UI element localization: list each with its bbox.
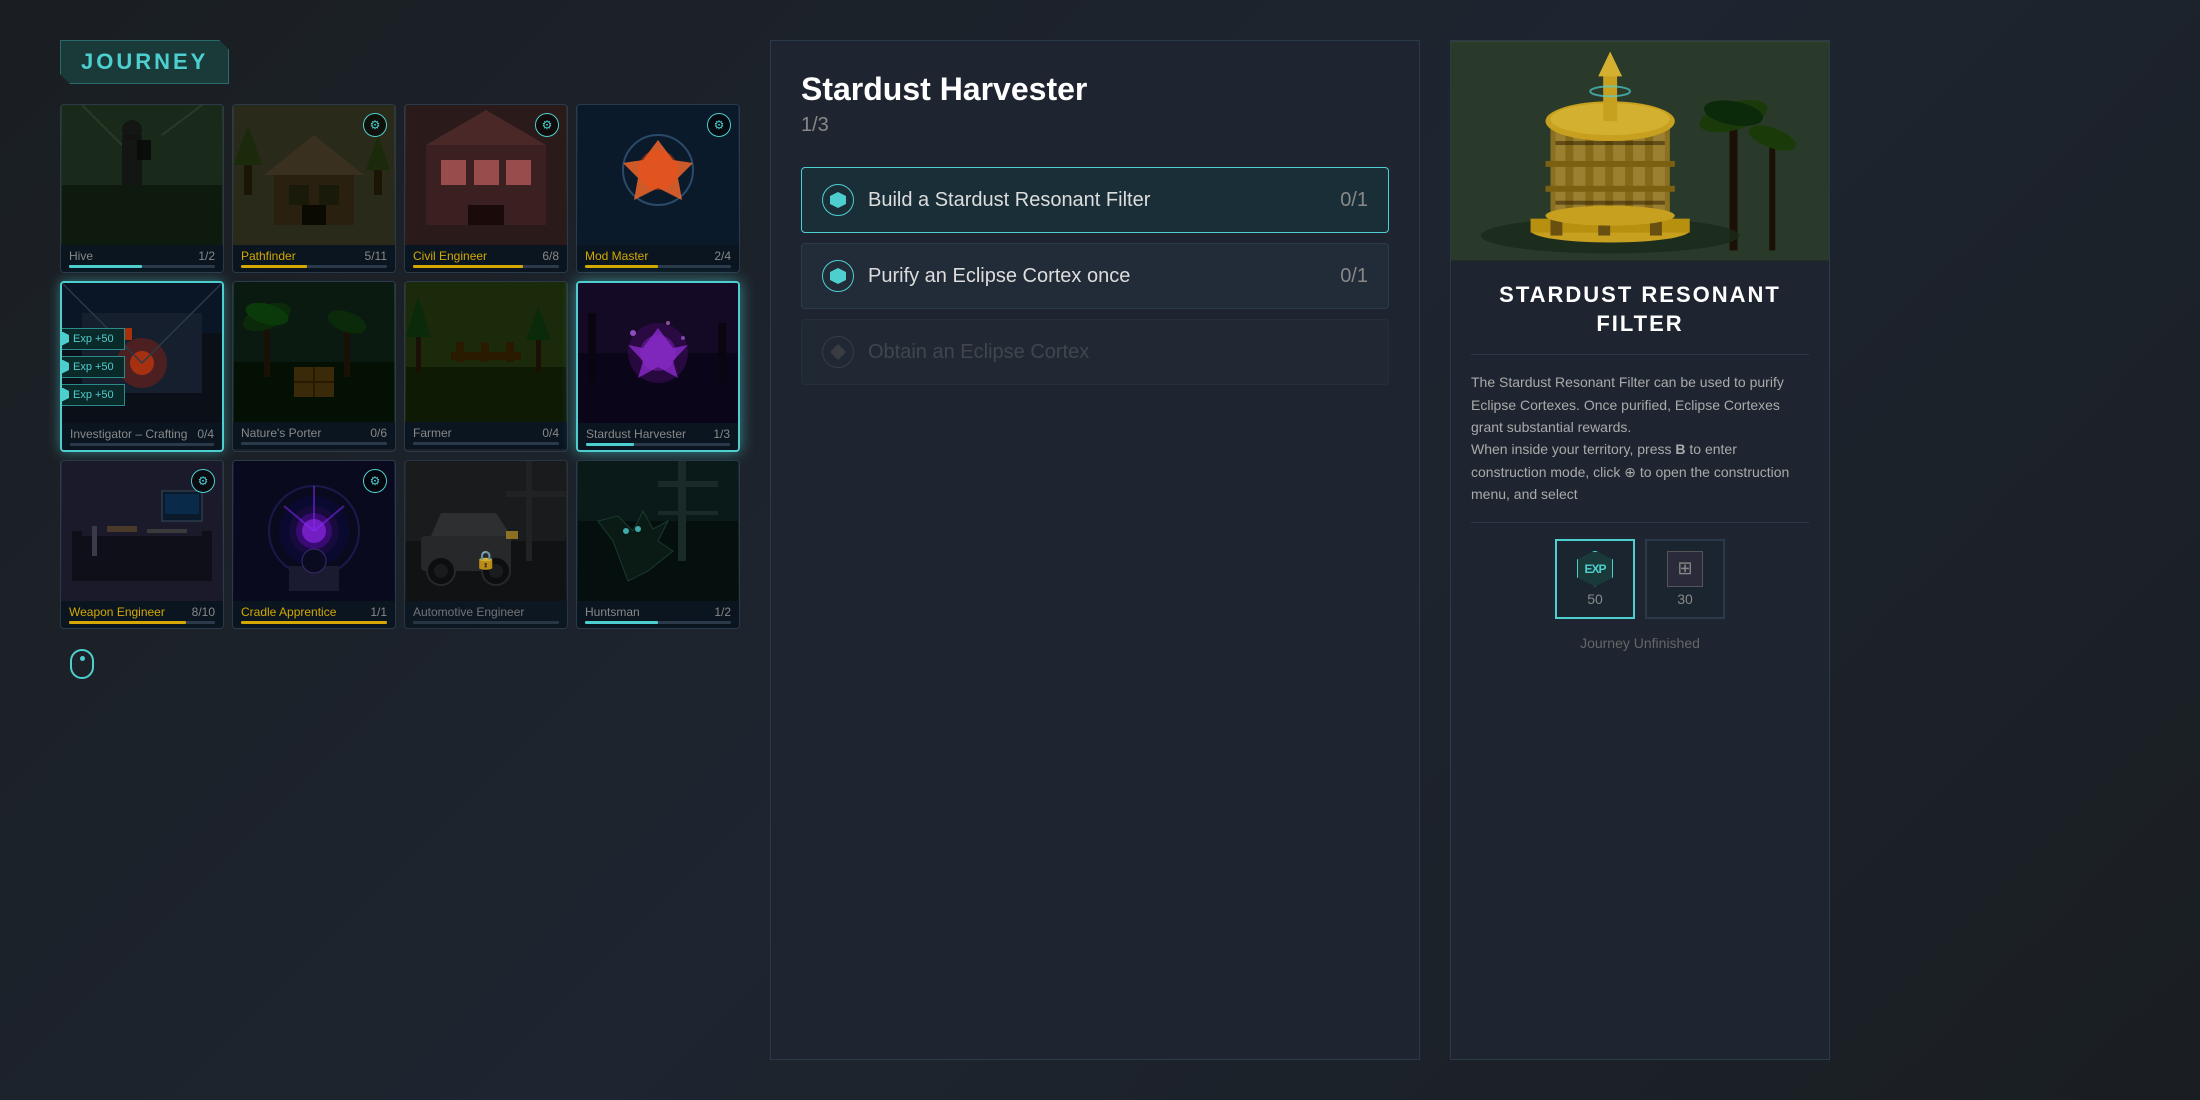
left-panel: JOURNEY [60,40,740,1060]
card-stardust-footer: Stardust Harvester 1/3 [578,423,738,450]
card-natures-progress: 0/6 [370,426,387,440]
card-huntsman[interactable]: Huntsman 1/2 [576,460,740,629]
journey-status: Journey Unfinished [1471,635,1809,651]
card-weapon-icon: ⚙ [191,469,215,493]
card-huntsman-label: Huntsman [585,605,640,619]
lock-icon-auto: 🔒 [475,550,497,571]
card-pathfinder[interactable]: ⚙ Pathfinder 5/11 [232,104,396,273]
card-hive-footer: Hive 1/2 [61,245,223,272]
card-stardust-progress: 1/3 [713,427,730,441]
card-cradle-apprentice[interactable]: ⚙ Cradle Apprentice 1/1 [232,460,396,629]
card-pathfinder-progress: 5/11 [365,249,387,263]
quest-count-1: 0/1 [1340,189,1368,212]
reward-exp-box: EXP 50 [1555,539,1635,619]
quest-text-1: Build a Stardust Resonant Filter [868,189,1326,212]
quest-item-build-filter[interactable]: Build a Stardust Resonant Filter 0/1 [801,167,1389,233]
main-container: JOURNEY [0,0,2200,1100]
card-cradle-progress: 1/1 [370,605,387,619]
item-name: STARDUST RESONANT FILTER [1471,281,1809,338]
card-pathfinder-label: Pathfinder [241,249,296,263]
card-automotive-engineer[interactable]: 🔒 Automotive Engineer [404,460,568,629]
card-civil-label: Civil Engineer [413,249,487,263]
exp-amount: 50 [1587,591,1603,607]
card-weapon-progress: 8/10 [192,605,215,619]
card-farmer-footer: Farmer 0/4 [405,422,567,449]
card-investigator-label: Investigator – Crafting [70,427,187,441]
quest-icon-3 [822,336,854,368]
quest-text-2: Purify an Eclipse Cortex once [868,265,1326,288]
card-investigator-footer: Investigator – Crafting 0/4 [62,423,222,450]
card-mod-master[interactable]: ⚙ Mod Master 2/4 [576,104,740,273]
card-cradle-footer: Cradle Apprentice 1/1 [233,601,395,628]
card-natures-label: Nature's Porter [241,426,321,440]
quest-icon-1 [822,184,854,216]
reward-blueprint-box: ⊞ 30 [1645,539,1725,619]
exp-stack: Exp +50 Exp +50 Exp +50 [60,328,125,406]
card-auto-label: Automotive Engineer [413,605,524,619]
card-civil-icon: ⚙ [535,113,559,137]
card-stardust-label: Stardust Harvester [586,427,686,441]
card-weapon-footer: Weapon Engineer 8/10 [61,601,223,628]
exp-badge-2: Exp +50 [60,356,125,378]
card-cradle-label: Cradle Apprentice [241,605,336,619]
quest-overall-progress: 1/3 [801,114,1389,137]
exp-icon: EXP [1577,551,1613,587]
reward-row: EXP 50 ⊞ 30 [1471,539,1809,619]
card-civil-progress: 6/8 [542,249,559,263]
card-hive[interactable]: Hive 1/2 [60,104,224,273]
card-modmaster-progress: 2/4 [714,249,731,263]
card-hive-label: Hive [69,249,93,263]
exp-badge-1: Exp +50 [60,328,125,350]
card-hive-progress: 1/2 [198,249,215,263]
quest-item-obtain-cortex: Obtain an Eclipse Cortex [801,319,1389,385]
scroll-indicator [70,649,94,679]
quest-icon-2 [822,260,854,292]
card-investigator-progress: 0/4 [197,427,214,441]
quest-text-3: Obtain an Eclipse Cortex [868,341,1368,364]
blueprint-amount: 30 [1677,591,1693,607]
quest-item-purify-cortex[interactable]: Purify an Eclipse Cortex once 0/1 [801,243,1389,309]
card-huntsman-footer: Huntsman 1/2 [577,601,739,628]
card-modmaster-footer: Mod Master 2/4 [577,245,739,272]
right-panel: STARDUST RESONANT FILTER The Stardust Re… [1450,40,1830,1060]
middle-panel: Stardust Harvester 1/3 Build a Stardust … [770,40,1420,1060]
card-cradle-icon: ⚙ [363,469,387,493]
item-details: STARDUST RESONANT FILTER The Stardust Re… [1451,261,1829,1059]
card-farmer-progress: 0/4 [542,426,559,440]
card-pathfinder-footer: Pathfinder 5/11 [233,245,395,272]
card-stardust-harvester[interactable]: Stardust Harvester 1/3 [576,281,740,452]
card-farmer-label: Farmer [413,426,452,440]
card-modmaster-label: Mod Master [585,249,648,263]
card-weapon-label: Weapon Engineer [69,605,165,619]
card-civil-footer: Civil Engineer 6/8 [405,245,567,272]
card-huntsman-progress: 1/2 [714,605,731,619]
card-farmer[interactable]: Farmer 0/4 [404,281,568,452]
quest-count-2: 0/1 [1340,265,1368,288]
exp-badge-3: Exp +50 [60,384,125,406]
journey-grid: Hive 1/2 [60,104,740,629]
quest-title: Stardust Harvester [801,71,1389,108]
blueprint-icon: ⊞ [1667,551,1703,587]
card-investigator-crafting[interactable]: Exp +50 Exp +50 Exp +50 [60,281,224,452]
card-natures-porter[interactable]: Nature's Porter 0/6 [232,281,396,452]
card-civil-engineer[interactable]: ⚙ Civil Engineer 6/8 [404,104,568,273]
item-image [1451,41,1829,261]
card-pathfinder-icon: ⚙ [363,113,387,137]
card-natures-footer: Nature's Porter 0/6 [233,422,395,449]
card-modmaster-icon: ⚙ [707,113,731,137]
item-desc: The Stardust Resonant Filter can be used… [1471,371,1809,505]
card-auto-footer: Automotive Engineer [405,601,567,628]
journey-title: JOURNEY [60,40,229,84]
card-weapon-engineer[interactable]: ⚙ Weapon Engineer 8/10 [60,460,224,629]
